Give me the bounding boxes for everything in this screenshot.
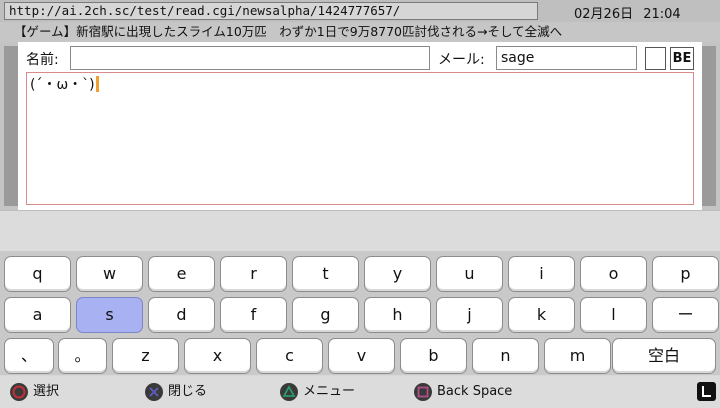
hint-label: 選択 — [33, 384, 60, 399]
sage-checkbox[interactable] — [645, 47, 666, 70]
name-label: 名前: — [26, 52, 59, 68]
right-scroll-rail — [702, 46, 716, 206]
key-18[interactable]: l — [580, 297, 647, 333]
key-0[interactable]: q — [4, 256, 71, 292]
key-19[interactable]: ー — [652, 297, 719, 333]
button-hint-bar: 選択 閉じる メニュー Back Space — [0, 376, 720, 408]
date-text: 02月26日 — [574, 7, 634, 22]
cross-button-icon — [145, 383, 163, 401]
mail-field[interactable]: sage — [496, 46, 637, 70]
key-15[interactable]: h — [364, 297, 431, 333]
l-shoulder-button-icon[interactable] — [697, 382, 716, 401]
key-3[interactable]: r — [220, 256, 287, 292]
key-28[interactable]: m — [544, 338, 611, 374]
post-form: 名前: メール: sage BE (´・ω・`) — [18, 42, 702, 210]
key-21[interactable]: 。 — [58, 338, 107, 374]
clock: 02月26日 21:04 — [574, 3, 681, 22]
key-22[interactable]: z — [112, 338, 179, 374]
url-field[interactable]: http://ai.2ch.sc/test/read.cgi/newsalpha… — [4, 2, 538, 20]
thread-title: 【ゲーム】新宿駅に出現したスライム10万匹 わずか1日で9万8770匹討伐される… — [0, 22, 720, 42]
key-16[interactable]: j — [436, 297, 503, 333]
square-button-icon — [414, 383, 432, 401]
hint-close[interactable]: 閉じる — [144, 382, 224, 402]
name-field[interactable] — [70, 46, 430, 70]
key-25[interactable]: v — [328, 338, 395, 374]
candidate-bar — [0, 210, 720, 252]
hint-label: 閉じる — [168, 384, 208, 399]
top-bar: http://ai.2ch.sc/test/read.cgi/newsalpha… — [0, 0, 720, 22]
key-11[interactable]: s — [76, 297, 143, 333]
key-27[interactable]: n — [472, 338, 539, 374]
key-14[interactable]: g — [292, 297, 359, 333]
hint-label: Back Space — [437, 384, 513, 399]
key-20[interactable]: 、 — [4, 338, 54, 374]
hint-select[interactable]: 選択 — [9, 382, 69, 402]
key-9[interactable]: p — [652, 256, 719, 292]
post-form-panel: 名前: メール: sage BE (´・ω・`) — [0, 42, 720, 210]
key-26[interactable]: b — [400, 338, 467, 374]
key-2[interactable]: e — [148, 256, 215, 292]
key-13[interactable]: f — [220, 297, 287, 333]
be-button[interactable]: BE — [670, 47, 694, 70]
left-scroll-rail — [4, 46, 18, 206]
key-29[interactable]: 空白 — [612, 338, 716, 374]
key-8[interactable]: o — [580, 256, 647, 292]
key-6[interactable]: u — [436, 256, 503, 292]
text-caret — [95, 76, 99, 92]
key-23[interactable]: x — [184, 338, 251, 374]
key-24[interactable]: c — [256, 338, 323, 374]
key-10[interactable]: a — [4, 297, 71, 333]
hint-menu[interactable]: メニュー — [279, 382, 369, 402]
key-1[interactable]: w — [76, 256, 143, 292]
hint-backspace[interactable]: Back Space — [413, 382, 523, 402]
key-12[interactable]: d — [148, 297, 215, 333]
triangle-button-icon — [280, 383, 298, 401]
mail-label: メール: — [438, 52, 485, 68]
circle-button-icon — [10, 383, 28, 401]
hint-label: メニュー — [303, 384, 356, 399]
message-body-field[interactable]: (´・ω・`) — [26, 72, 694, 205]
time-text: 21:04 — [643, 7, 681, 22]
key-4[interactable]: t — [292, 256, 359, 292]
onscreen-keyboard: q w e r t y u i o p a s d f g h j k l ー、。 z x c v b n m 空白 — [0, 251, 720, 375]
key-5[interactable]: y — [364, 256, 431, 292]
key-17[interactable]: k — [508, 297, 575, 333]
key-7[interactable]: i — [508, 256, 575, 292]
message-text: (´・ω・`) — [30, 77, 95, 93]
